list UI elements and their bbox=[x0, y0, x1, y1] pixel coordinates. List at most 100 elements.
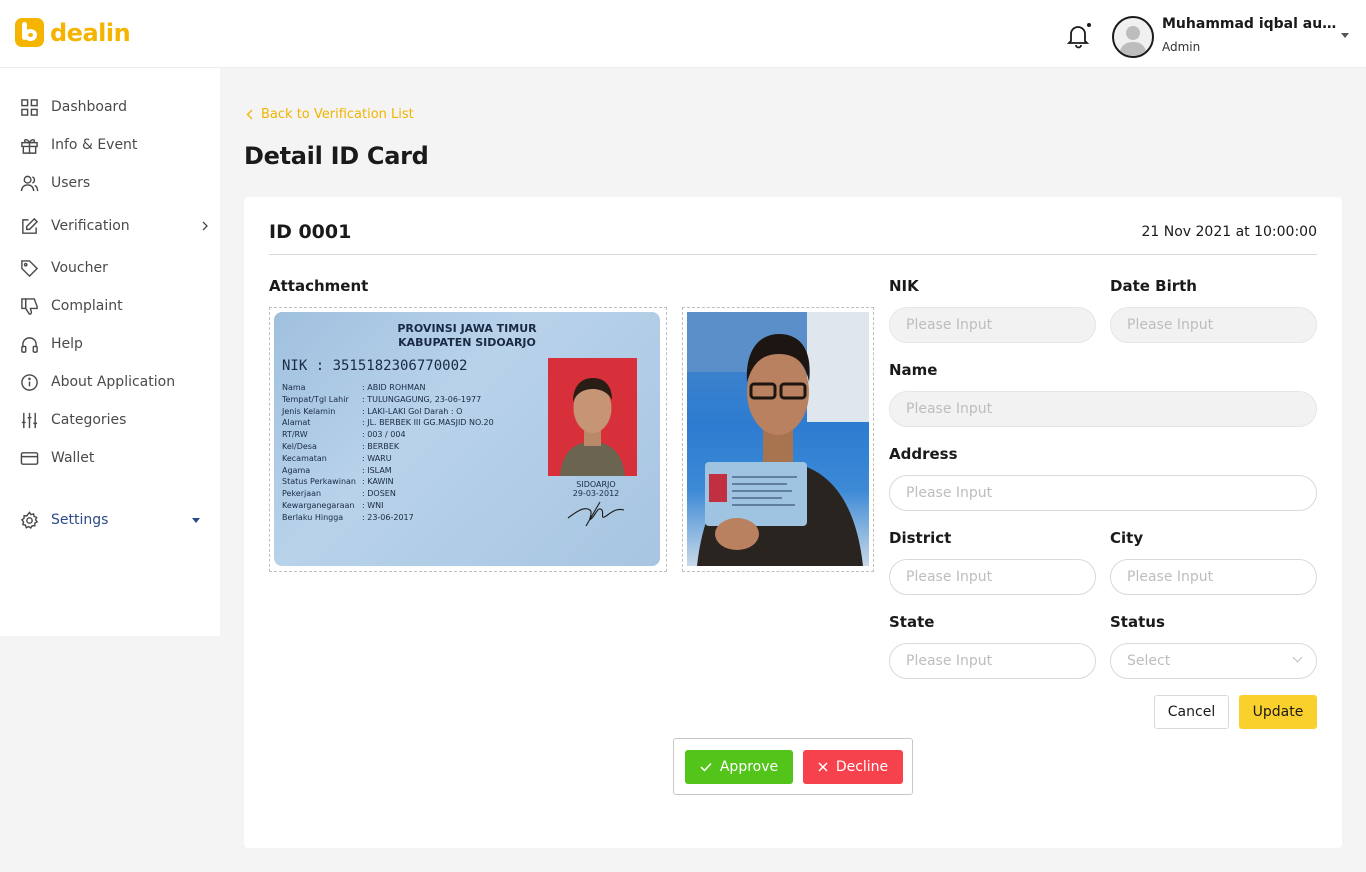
state-field[interactable] bbox=[889, 643, 1096, 679]
nik-label: NIK bbox=[889, 277, 919, 295]
sidebar-item-label: Categories bbox=[51, 412, 127, 428]
attachment-label: Attachment bbox=[269, 277, 369, 295]
ktp-key: Nama bbox=[282, 383, 306, 392]
sidebar-item-label: Settings bbox=[51, 512, 109, 528]
sidebar-item-label: Complaint bbox=[51, 298, 123, 314]
decline-button[interactable]: Decline bbox=[803, 750, 903, 784]
ktp-value: : DOSEN bbox=[362, 489, 396, 499]
ktp-value: : ISLAM bbox=[362, 465, 392, 475]
ktp-key: Kewarganegaraan bbox=[282, 500, 355, 510]
sidebar-item-users[interactable]: Users bbox=[20, 171, 210, 195]
name-field[interactable] bbox=[889, 391, 1317, 427]
sidebar-item-label: About Application bbox=[51, 374, 176, 390]
nik-field[interactable] bbox=[889, 307, 1096, 343]
ktp-nik: NIK : 3515182306770002 bbox=[282, 358, 468, 374]
ktp-key: Agama bbox=[282, 465, 311, 475]
tag-icon bbox=[21, 259, 39, 277]
gift-icon bbox=[21, 138, 38, 154]
address-label: Address bbox=[889, 445, 958, 463]
id-card-image: PROVINSI JAWA TIMUR KABUPATEN SIDOARJO N… bbox=[274, 312, 660, 566]
notification-bell-icon[interactable] bbox=[1066, 22, 1092, 50]
ktp-value: : JL. BERBEK III GG.MASJID NO.20 bbox=[362, 418, 494, 428]
cancel-button[interactable]: Cancel bbox=[1154, 695, 1229, 729]
gear-icon bbox=[20, 510, 39, 529]
sidebar: Dashboard Info & Event Users Verificatio… bbox=[0, 68, 220, 636]
district-label: District bbox=[889, 529, 952, 547]
verification-actions: Approve Decline bbox=[673, 738, 913, 795]
sidebar-item-categories[interactable]: Categories bbox=[20, 408, 210, 432]
sliders-icon bbox=[21, 412, 38, 428]
chevron-right-icon bbox=[202, 221, 208, 231]
info-icon bbox=[21, 373, 38, 391]
user-name[interactable]: Muhammad iqbal aulia... bbox=[1162, 16, 1340, 32]
date-birth-field[interactable] bbox=[1110, 307, 1317, 343]
ktp-province: PROVINSI JAWA TIMUR bbox=[397, 322, 537, 335]
ktp-sign-place: SIDOARJO bbox=[576, 480, 616, 489]
approve-label: Approve bbox=[719, 759, 779, 775]
brand-logo[interactable]: dealin bbox=[15, 18, 131, 47]
sidebar-item-label: Wallet bbox=[51, 450, 95, 466]
state-label: State bbox=[889, 613, 935, 631]
sidebar-item-wallet[interactable]: Wallet bbox=[20, 446, 210, 470]
sidebar-item-label: Users bbox=[51, 175, 91, 191]
edit-icon bbox=[22, 217, 39, 234]
id-card-attachment[interactable]: PROVINSI JAWA TIMUR KABUPATEN SIDOARJO N… bbox=[269, 307, 667, 572]
top-bar: dealin Muhammad iqbal aulia... Admin bbox=[0, 0, 1366, 68]
sidebar-item-settings[interactable]: Settings bbox=[20, 508, 210, 532]
ktp-details: Nama: ABID ROHMAN Tempat/Tgl Lahir: TULU… bbox=[282, 382, 494, 524]
ktp-key: Berlaku Hingga bbox=[282, 512, 344, 522]
avatar[interactable] bbox=[1112, 16, 1154, 58]
ktp-key: Status Perkawinan bbox=[282, 477, 356, 487]
ktp-value: : LAKI-LAKI Gol Darah : O bbox=[362, 406, 463, 416]
ktp-value: : 23-06-2017 bbox=[362, 512, 414, 522]
ktp-key: Tempat/Tgl Lahir bbox=[282, 394, 349, 404]
selfie-image bbox=[687, 312, 869, 566]
ktp-key: Jenis Kelamin bbox=[282, 406, 336, 416]
chevron-left-icon bbox=[246, 109, 253, 120]
ktp-value: : WARU bbox=[362, 453, 392, 463]
ktp-key: Alamat bbox=[282, 418, 311, 428]
back-link-label: Back to Verification List bbox=[261, 107, 414, 122]
name-label: Name bbox=[889, 361, 938, 379]
ktp-portrait bbox=[548, 358, 637, 476]
sidebar-item-about-application[interactable]: About Application bbox=[20, 370, 210, 394]
sidebar-item-info-event[interactable]: Info & Event bbox=[20, 133, 210, 157]
back-to-verification-list-link[interactable]: Back to Verification List bbox=[246, 107, 414, 122]
sidebar-item-verification[interactable]: Verification bbox=[20, 214, 210, 238]
credit-card-icon bbox=[20, 451, 39, 465]
ktp-value: : 003 / 004 bbox=[362, 430, 406, 440]
sidebar-item-voucher[interactable]: Voucher bbox=[20, 256, 210, 280]
ktp-sign-date: 29-03-2012 bbox=[572, 489, 620, 498]
approve-button[interactable]: Approve bbox=[685, 750, 793, 784]
ktp-value: : BERBEK bbox=[362, 441, 400, 451]
sidebar-item-label: Verification bbox=[51, 218, 130, 234]
sidebar-item-help[interactable]: Help bbox=[20, 332, 210, 356]
sidebar-item-label: Dashboard bbox=[51, 99, 127, 115]
ktp-key: Pekerjaan bbox=[282, 489, 322, 499]
city-field[interactable] bbox=[1110, 559, 1317, 595]
chevron-down-icon bbox=[192, 517, 200, 523]
ktp-key: RT/RW bbox=[282, 430, 308, 440]
grid-icon bbox=[21, 98, 38, 116]
address-field[interactable] bbox=[889, 475, 1317, 511]
selfie-attachment[interactable] bbox=[682, 307, 874, 572]
sidebar-item-label: Voucher bbox=[51, 260, 108, 276]
sidebar-item-label: Info & Event bbox=[51, 137, 138, 153]
logo-icon bbox=[15, 18, 44, 47]
sidebar-item-dashboard[interactable]: Dashboard bbox=[20, 95, 210, 119]
update-button[interactable]: Update bbox=[1239, 695, 1317, 729]
ktp-value: : KAWIN bbox=[362, 477, 394, 487]
ktp-signature-block: SIDOARJO 29-03-2012 bbox=[566, 480, 626, 530]
divider bbox=[269, 254, 1317, 255]
sidebar-item-label: Help bbox=[51, 336, 83, 352]
district-field[interactable] bbox=[889, 559, 1096, 595]
date-birth-label: Date Birth bbox=[1110, 277, 1197, 295]
check-icon bbox=[700, 762, 712, 772]
ktp-key: Kecamatan bbox=[282, 453, 327, 463]
chevron-down-icon[interactable] bbox=[1341, 33, 1349, 38]
signature-icon bbox=[567, 501, 625, 527]
sidebar-item-complaint[interactable]: Complaint bbox=[20, 294, 210, 318]
card-date: 21 Nov 2021 at 10:00:00 bbox=[1141, 224, 1317, 240]
headphones-icon bbox=[21, 336, 38, 353]
status-select[interactable] bbox=[1110, 643, 1317, 679]
